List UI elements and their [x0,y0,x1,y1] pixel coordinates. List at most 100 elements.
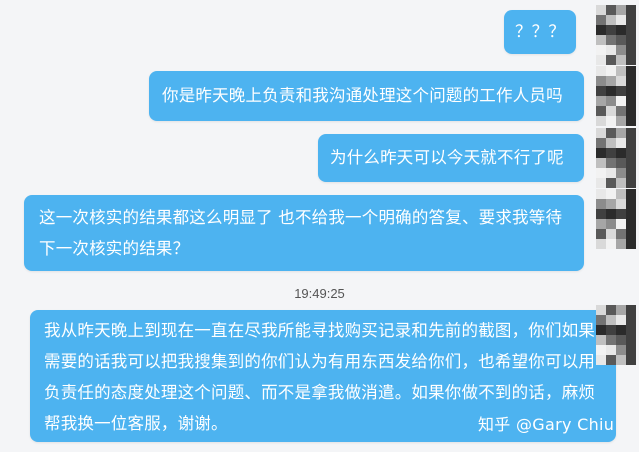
avatar-pixel [626,178,636,188]
avatar-pixel [626,35,636,45]
avatar-pixel [616,66,626,76]
avatar-pixel [616,239,626,249]
avatar-pixel [616,35,626,45]
avatar-pixel [616,178,626,188]
avatar-pixel [596,138,606,148]
avatar-pixel [616,148,626,158]
avatar-pixel [596,189,606,199]
avatar-pixel [616,315,626,325]
avatar-pixel [596,66,606,76]
avatar-pixel [626,325,636,335]
avatar-pixel [606,138,616,148]
avatar-pixel [606,158,616,168]
avatar-pixel [616,138,626,148]
avatar-pixel [626,305,636,315]
avatar-pixel [626,209,636,219]
avatar-pixel [606,219,616,229]
avatar-pixel [626,219,636,229]
avatar-pixel [616,305,626,315]
avatar-pixel [606,96,616,106]
avatar-pixel [596,168,606,178]
avatar-pixel [596,315,606,325]
avatar-pixel [626,168,636,178]
avatar-pixel [616,219,626,229]
avatar-pixel [606,199,616,209]
avatar-pixel [596,209,606,219]
avatar-pixel [626,5,636,15]
avatar-pixel [606,66,616,76]
avatar-pixel [596,55,606,65]
avatar-pixel [616,76,626,86]
message-bubble-1: ？？？ [504,10,576,54]
avatar-pixel [626,25,636,35]
avatar-pixel [606,189,616,199]
avatar-pixel [616,116,626,126]
avatar-pixel [606,128,616,138]
avatar-pixel [616,168,626,178]
avatar-pixel [606,335,616,345]
avatar-2[interactable] [596,66,636,126]
avatar-pixel [616,106,626,116]
avatar-pixel [616,355,626,365]
avatar-pixel [606,15,616,25]
avatar-pixel [596,128,606,138]
avatar-pixel [596,305,606,315]
avatar-pixel [596,199,606,209]
avatar-pixel [626,199,636,209]
avatar-pixel [606,35,616,45]
avatar-pixel [596,158,606,168]
avatar-pixel [596,106,606,116]
avatar-pixel [616,15,626,25]
avatar-pixel [616,128,626,138]
avatar-pixel [596,15,606,25]
avatar-pixel [616,199,626,209]
avatar-pixel [606,106,616,116]
avatar-pixel [596,335,606,345]
avatar-pixel [596,25,606,35]
avatar-pixel [606,325,616,335]
avatar-pixel [626,158,636,168]
avatar-pixel [626,45,636,55]
avatar-pixel [606,25,616,35]
avatar-pixel [616,25,626,35]
avatar-pixel [596,86,606,96]
avatar-pixel [626,66,636,76]
avatar-pixel [596,345,606,355]
avatar-pixel [596,178,606,188]
message-text-3: 为什么昨天可以今天就不行了呢 [330,148,564,167]
avatar-pixel [606,209,616,219]
avatar-pixel [626,335,636,345]
avatar-pixel [626,96,636,106]
avatar-pixel [616,45,626,55]
avatar-pixel [626,355,636,365]
avatar-pixel [626,106,636,116]
avatar-pixel [616,189,626,199]
avatar-pixel [626,345,636,355]
zhihu-watermark: 知乎 @Gary Chiu [478,415,615,434]
message-bubble-4: 这一次核实的结果都这么明显了 也不给我一个明确的答复、要求我等待下一次核实的结果… [24,195,584,271]
avatar-pixel [616,55,626,65]
avatar-1[interactable] [596,5,636,65]
avatar-pixel [626,239,636,249]
avatar-pixel [596,116,606,126]
avatar-pixel [606,5,616,15]
avatar-pixel [616,86,626,96]
avatar-pixel [596,5,606,15]
avatar-4[interactable] [596,189,636,249]
message-bubble-3: 为什么昨天可以今天就不行了呢 [318,134,584,182]
avatar-pixel [626,128,636,138]
avatar-3[interactable] [596,128,636,188]
message-bubble-2: 你是昨天晚上负责和我沟通处理这个问题的工作人员吗 [149,71,584,121]
avatar-pixel [616,5,626,15]
avatar-pixel [626,315,636,325]
avatar-pixel [606,305,616,315]
avatar-pixel [626,86,636,96]
avatar-pixel [606,86,616,96]
avatar-5[interactable] [596,305,636,365]
avatar-pixel [606,345,616,355]
avatar-pixel [616,345,626,355]
avatar-pixel [626,189,636,199]
message-text-2: 你是昨天晚上负责和我沟通处理这个问题的工作人员吗 [162,86,563,105]
avatar-pixel [606,168,616,178]
avatar-pixel [596,229,606,239]
